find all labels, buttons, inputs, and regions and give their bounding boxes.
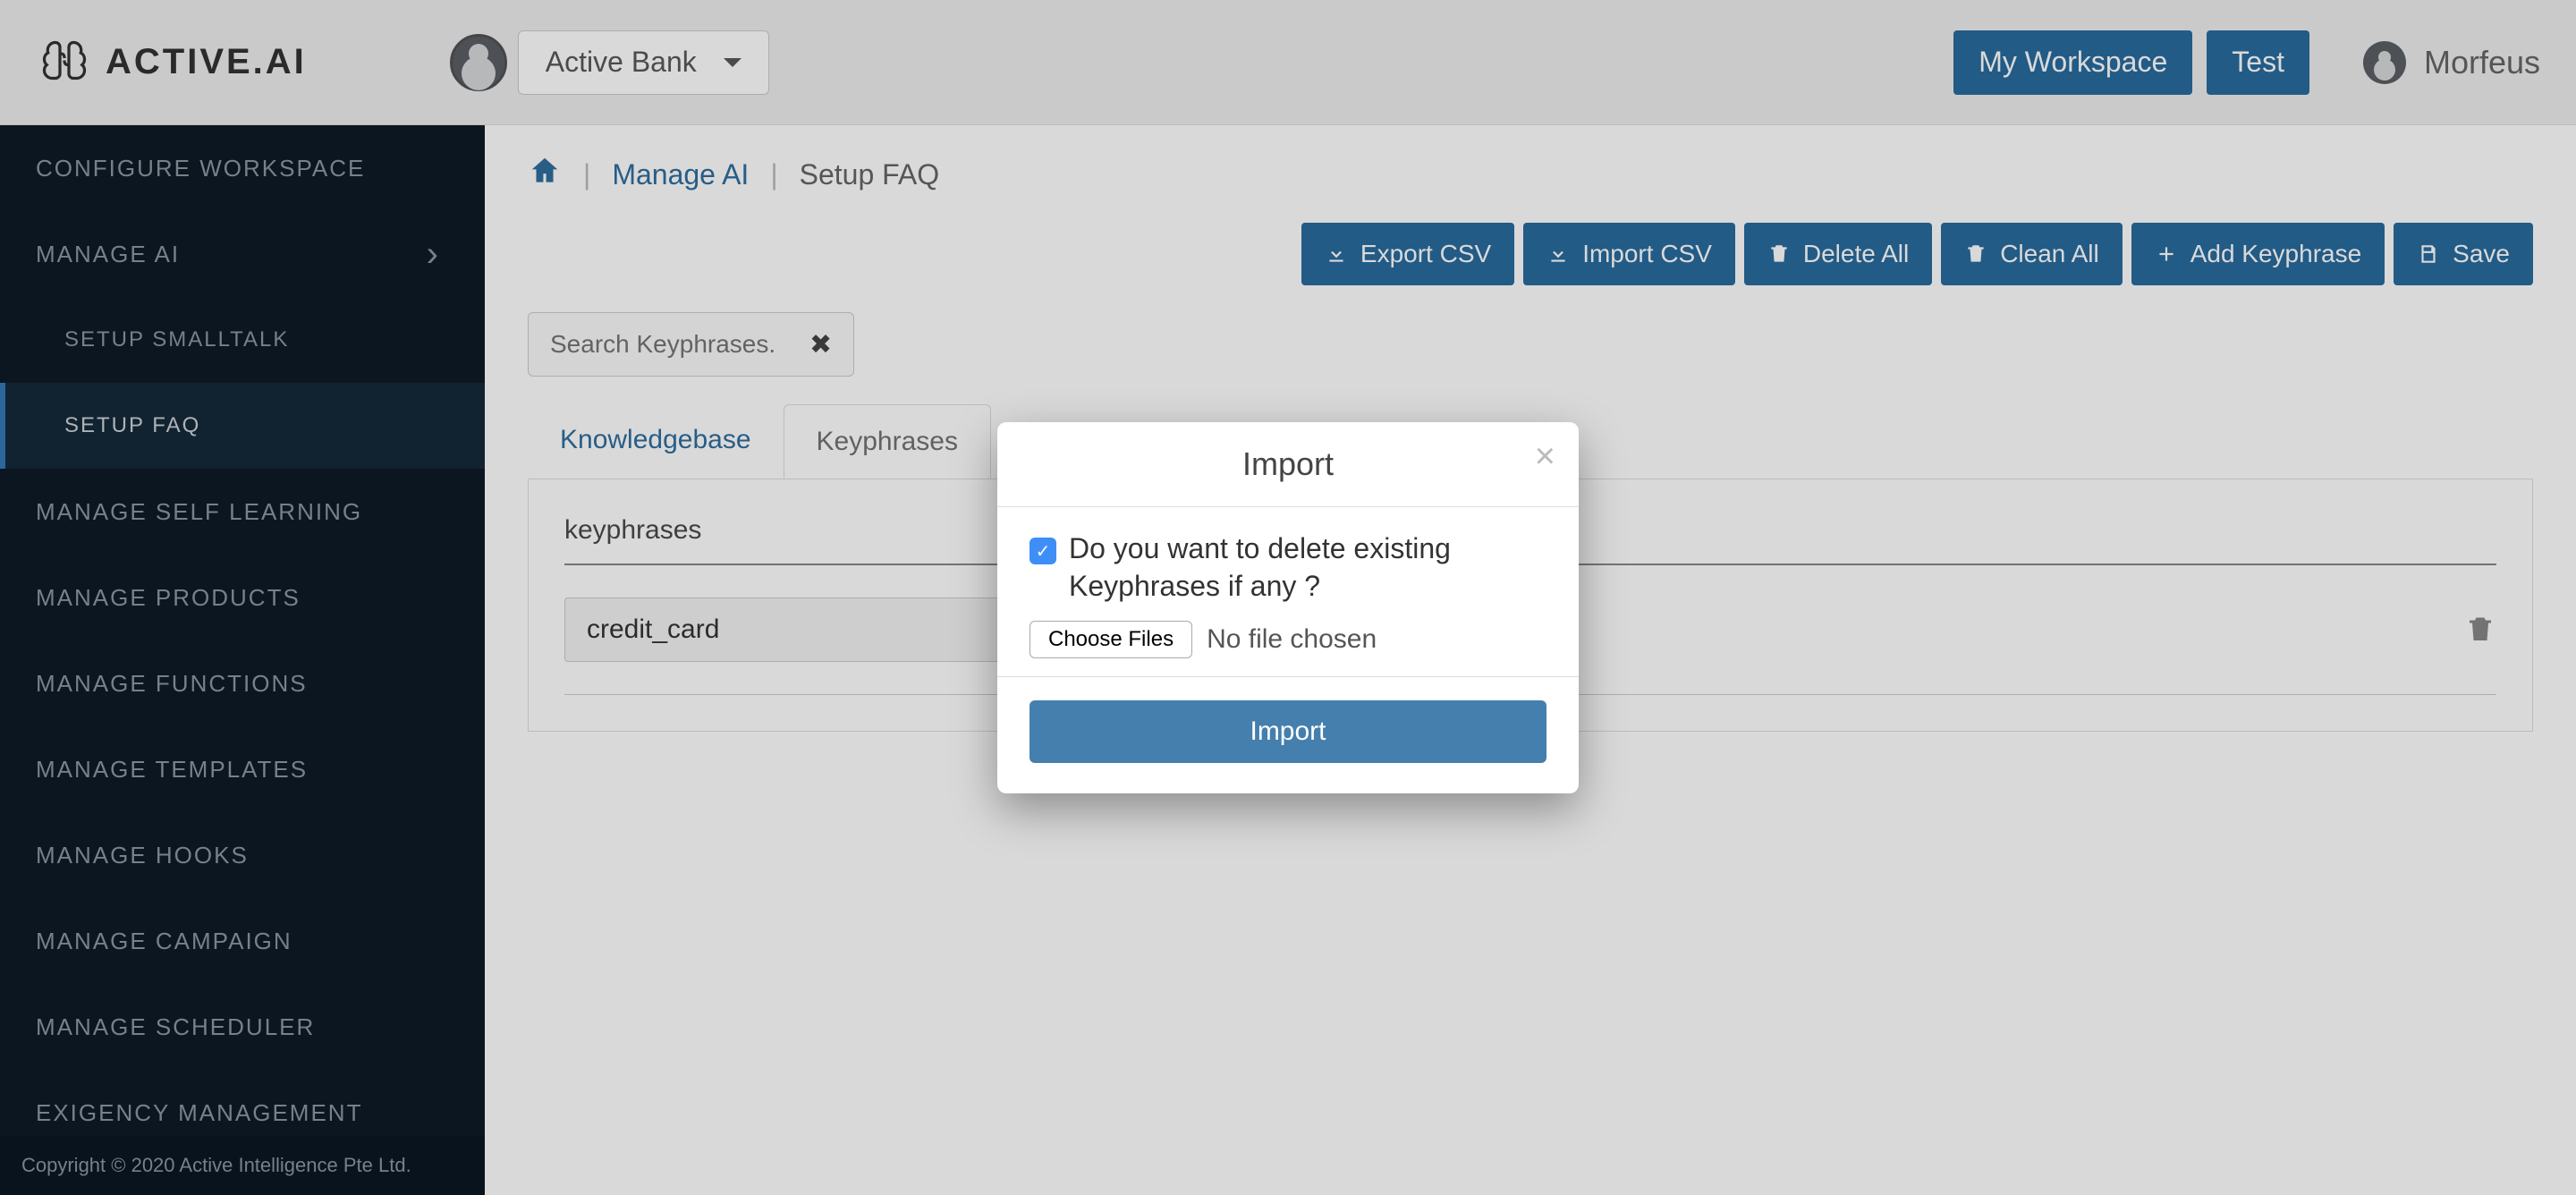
file-chosen-label: No file chosen [1207,624,1377,655]
choose-files-button[interactable]: Choose Files [1030,621,1192,658]
import-modal: Import × ✓ Do you want to delete existin… [997,422,1579,793]
file-chooser-row: Choose Files No file chosen [1030,621,1546,658]
import-button[interactable]: Import [1030,700,1546,763]
delete-existing-row: ✓ Do you want to delete existing Keyphra… [1030,530,1546,605]
delete-existing-checkbox[interactable]: ✓ [1030,538,1056,564]
modal-title: Import [1242,445,1334,482]
delete-existing-label: Do you want to delete existing Keyphrase… [1069,530,1546,605]
close-icon[interactable]: × [1535,438,1555,474]
modal-footer: Import [997,677,1579,793]
modal-header: Import × [997,422,1579,507]
modal-body: ✓ Do you want to delete existing Keyphra… [997,507,1579,677]
